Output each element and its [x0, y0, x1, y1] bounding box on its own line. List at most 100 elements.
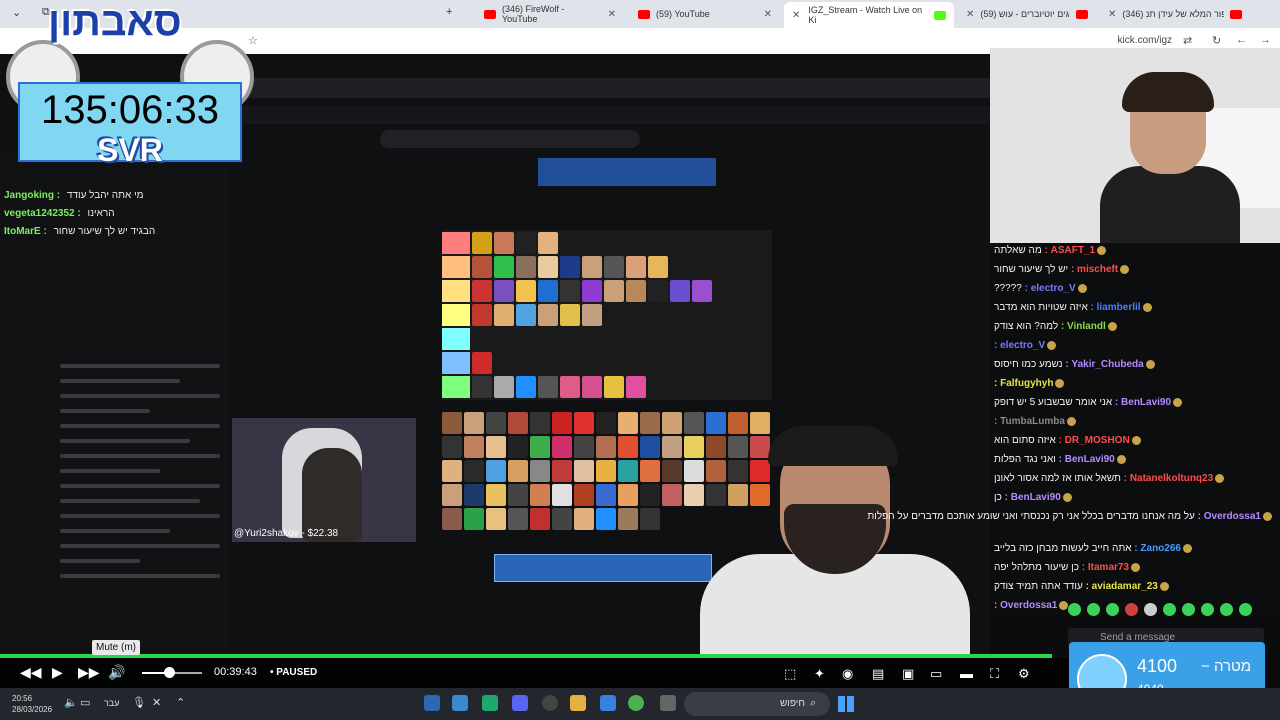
settings-gear-icon[interactable]: ⚙ [1018, 666, 1030, 682]
reload-icon[interactable]: ↻ [1212, 34, 1221, 47]
cast-icon[interactable]: ▭ [930, 666, 942, 682]
chat-text: אתה חייב לעשות מבחן כזה בלייב [994, 543, 1132, 554]
tab-rankings[interactable]: ✕ (59) לייב דירוגים יוטיוברים - עוש [958, 4, 1096, 24]
emote-icon[interactable] [1106, 603, 1119, 616]
app-icon[interactable] [600, 695, 616, 711]
emote-icon[interactable] [1144, 603, 1157, 616]
chat-username[interactable]: liamberlil : [1091, 302, 1141, 313]
chat-text: על מה אנחנו מדברים בכלל אני רק נכנסתי וא… [867, 511, 1195, 522]
fullscreen-icon[interactable]: ⛶ [990, 666, 999, 682]
chat-username[interactable]: Overdossa1 : [1198, 511, 1261, 522]
streamer-webcam [990, 48, 1280, 243]
task-view-icon[interactable] [660, 695, 676, 711]
keyboard-language[interactable]: עבר [104, 698, 119, 708]
fast-forward-icon[interactable]: ▶▶ [78, 664, 100, 681]
network-icon[interactable]: ▭ [80, 696, 90, 709]
url-text[interactable]: kick.com/igz [1118, 35, 1172, 46]
kick-icon [934, 10, 946, 20]
chat-username[interactable]: Overdossa1 : [994, 600, 1057, 611]
chat-text: הבגיד יש לך שיעור שחור [53, 226, 156, 237]
chat-username[interactable]: Yakir_Chubeda : [1065, 359, 1143, 370]
chat-username[interactable]: mischeft : [1071, 264, 1118, 275]
chat-username[interactable]: Natanelkoltunq23 : [1124, 473, 1213, 484]
forward-icon[interactable]: → [1260, 34, 1271, 46]
windows-start-icon[interactable] [838, 696, 854, 712]
user-badge-icon [1131, 562, 1141, 572]
chat-username[interactable]: electro_V : [1025, 283, 1076, 294]
pip-icon[interactable]: ▣ [902, 666, 914, 682]
back-icon[interactable]: ← [1236, 34, 1247, 46]
emote-icon[interactable] [1068, 603, 1081, 616]
chat-username[interactable]: DR_MOSHON : [1059, 435, 1130, 446]
chat-username[interactable]: Falfugyhyh : [994, 378, 1053, 389]
clip-icon[interactable]: ⬚ [784, 666, 796, 682]
user-badge-icon [1159, 581, 1169, 591]
close-tab-icon[interactable]: ✕ [792, 10, 800, 21]
sparkle-icon[interactable]: ✦ [814, 666, 825, 682]
tray-chevron-icon[interactable]: ⌃ [176, 696, 185, 709]
subathon-brand: סאבתון [48, 0, 182, 44]
chat-message: Falfugyhyh : [994, 378, 1274, 389]
user-badge-icon [1131, 435, 1141, 445]
user-badge-icon [1173, 397, 1183, 407]
chat-username[interactable]: Zano266 : [1134, 543, 1181, 554]
app-icon[interactable] [452, 695, 468, 711]
emote-icon[interactable] [1220, 603, 1233, 616]
rewind-icon[interactable]: ◀◀ [20, 664, 42, 681]
close-tab-icon[interactable]: ✕ [608, 9, 616, 20]
chat-text: כן [994, 492, 1002, 503]
chapters-icon[interactable]: ▤ [872, 666, 884, 682]
chat-username[interactable]: Vinlandl : [1061, 321, 1106, 332]
speaker-icon[interactable]: 🔈 [64, 696, 78, 709]
emote-icon[interactable] [1182, 603, 1195, 616]
app-icon[interactable] [482, 695, 498, 711]
chat-username[interactable]: electro_V : [994, 340, 1045, 351]
taskbar-clock[interactable]: 20:56 28/03/2026 [12, 693, 52, 715]
chat-text: למה? הוא צודק [994, 321, 1059, 332]
chat-username[interactable]: BenLavi90 : [1005, 492, 1061, 503]
emote-icon[interactable] [1201, 603, 1214, 616]
chat-username[interactable]: BenLavi90 : [1115, 397, 1171, 408]
emote-icon[interactable] [1087, 603, 1100, 616]
close-tab-icon[interactable]: ✕ [764, 9, 772, 20]
taskbar-search[interactable]: חיפוש ⌕ [684, 692, 830, 716]
chat-text: עודד אתה תמיד צודק [994, 581, 1083, 592]
search-icon: ⌕ [810, 697, 817, 709]
new-tab-icon[interactable]: + [446, 6, 452, 18]
discord-app-icon[interactable] [512, 695, 528, 711]
volume-knob[interactable] [164, 667, 175, 678]
player-controls: ◀◀ ▶ ▶▶ 🔊 00:39:43 • PAUSED ⬚ ✦ ◉ ▤ ▣ ▭ … [0, 658, 1068, 688]
emote-icon[interactable] [1125, 603, 1138, 616]
chat-username[interactable]: BenLavi90 : [1059, 454, 1115, 465]
user-badge-icon [1047, 340, 1057, 350]
close-tab-icon[interactable]: ✕ [1108, 9, 1116, 20]
tab-story[interactable]: ✕ (346) הסיפור המלא של עידן תנ [1100, 4, 1250, 24]
chat-username[interactable]: ASAFT_1 : [1045, 245, 1096, 256]
close-tab-icon[interactable]: ✕ [966, 9, 974, 20]
mute-icon[interactable]: ✕ [152, 696, 161, 709]
chat-username[interactable]: Itamar73 : [1082, 562, 1129, 573]
user-badge-icon [1120, 264, 1130, 274]
chat-text: תשאל אותו אז למה אסור לאונן [994, 473, 1121, 484]
translate-icon[interactable]: ⇄ [1183, 34, 1192, 47]
emote-icon[interactable] [1239, 603, 1252, 616]
tab-kick-active[interactable]: ✕ IGZ_Stream - Watch Live on Ki [784, 2, 954, 28]
chat-message: Natanelkoltunq23 : תשאל אותו אז למה אסור… [994, 473, 1274, 484]
mic-icon[interactable]: 🎙 [132, 696, 146, 709]
chat-message: electro_V : ????? [994, 283, 1274, 294]
play-icon[interactable]: ▶ [52, 664, 63, 681]
media-player-icon[interactable] [542, 695, 558, 711]
chat-username[interactable]: TumbaLumba : [994, 416, 1065, 427]
emote-bar[interactable] [1068, 603, 1252, 616]
steam-app-icon[interactable] [424, 695, 440, 711]
chat-username[interactable]: aviadamar_23 : [1086, 581, 1158, 592]
tab-firewolf[interactable]: (346) FireWolf - YouTube ✕ [476, 4, 624, 24]
chrome-icon[interactable] [628, 695, 644, 711]
file-explorer-icon[interactable] [570, 695, 586, 711]
volume-icon[interactable]: 🔊 [108, 664, 125, 681]
theater-mode-icon[interactable]: ▬ [960, 666, 973, 681]
chat-text: יש לך שיעור שחור [994, 264, 1069, 275]
speed-icon[interactable]: ◉ [842, 666, 853, 682]
tab-youtube[interactable]: (59) YouTube ✕ [630, 4, 780, 24]
emote-icon[interactable] [1163, 603, 1176, 616]
